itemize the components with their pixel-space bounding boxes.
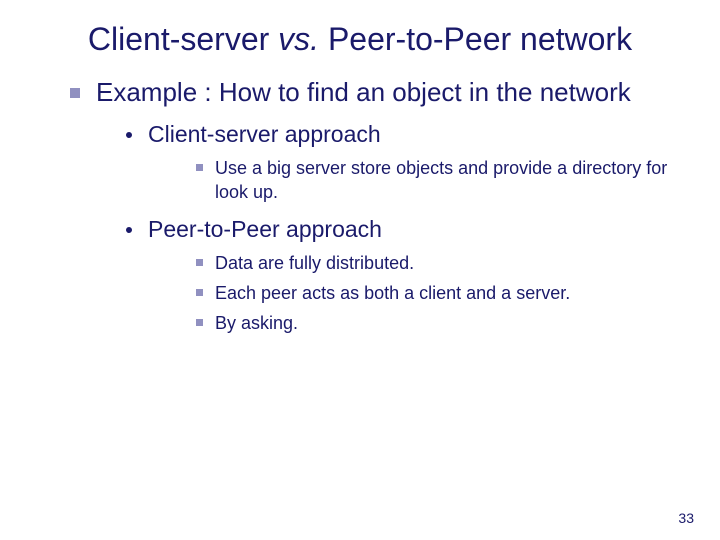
subsub-bullet: By asking. bbox=[196, 311, 680, 335]
square-bullet-icon bbox=[196, 259, 203, 266]
sub-bullet-text: Client-server approach bbox=[148, 120, 381, 150]
subsub-bullet-text: Use a big server store objects and provi… bbox=[215, 156, 680, 205]
sub-bullet: Peer-to-Peer approach bbox=[126, 215, 680, 245]
sub-block-1: Peer-to-Peer approach Data are fully dis… bbox=[40, 215, 680, 336]
subsub-bullet: Data are fully distributed. bbox=[196, 251, 680, 275]
square-bullet-icon bbox=[70, 88, 80, 98]
sub-block-0: Client-server approach Use a big server … bbox=[40, 120, 680, 204]
subsub-bullet: Each peer acts as both a client and a se… bbox=[196, 281, 680, 305]
square-bullet-icon bbox=[196, 164, 203, 171]
subsub-bullet-text: By asking. bbox=[215, 311, 298, 335]
title-part2: Peer-to-Peer network bbox=[319, 21, 632, 57]
slide: Client-server vs. Peer-to-Peer network E… bbox=[0, 0, 720, 540]
sub-bullet-text: Peer-to-Peer approach bbox=[148, 215, 382, 245]
slide-title: Client-server vs. Peer-to-Peer network bbox=[70, 20, 650, 58]
subsub-bullet: Use a big server store objects and provi… bbox=[196, 156, 680, 205]
main-bullet-text: Example : How to find an object in the n… bbox=[96, 76, 631, 110]
subsub-bullet-text: Data are fully distributed. bbox=[215, 251, 414, 275]
subsub-bullet-text: Each peer acts as both a client and a se… bbox=[215, 281, 570, 305]
main-bullet: Example : How to find an object in the n… bbox=[70, 76, 680, 110]
square-bullet-icon bbox=[196, 319, 203, 326]
title-italic: vs. bbox=[278, 21, 319, 57]
page-number: 33 bbox=[678, 510, 694, 526]
sub-bullet: Client-server approach bbox=[126, 120, 680, 150]
square-bullet-icon bbox=[196, 289, 203, 296]
title-part1: Client-server bbox=[88, 21, 278, 57]
dot-bullet-icon bbox=[126, 132, 132, 138]
dot-bullet-icon bbox=[126, 227, 132, 233]
